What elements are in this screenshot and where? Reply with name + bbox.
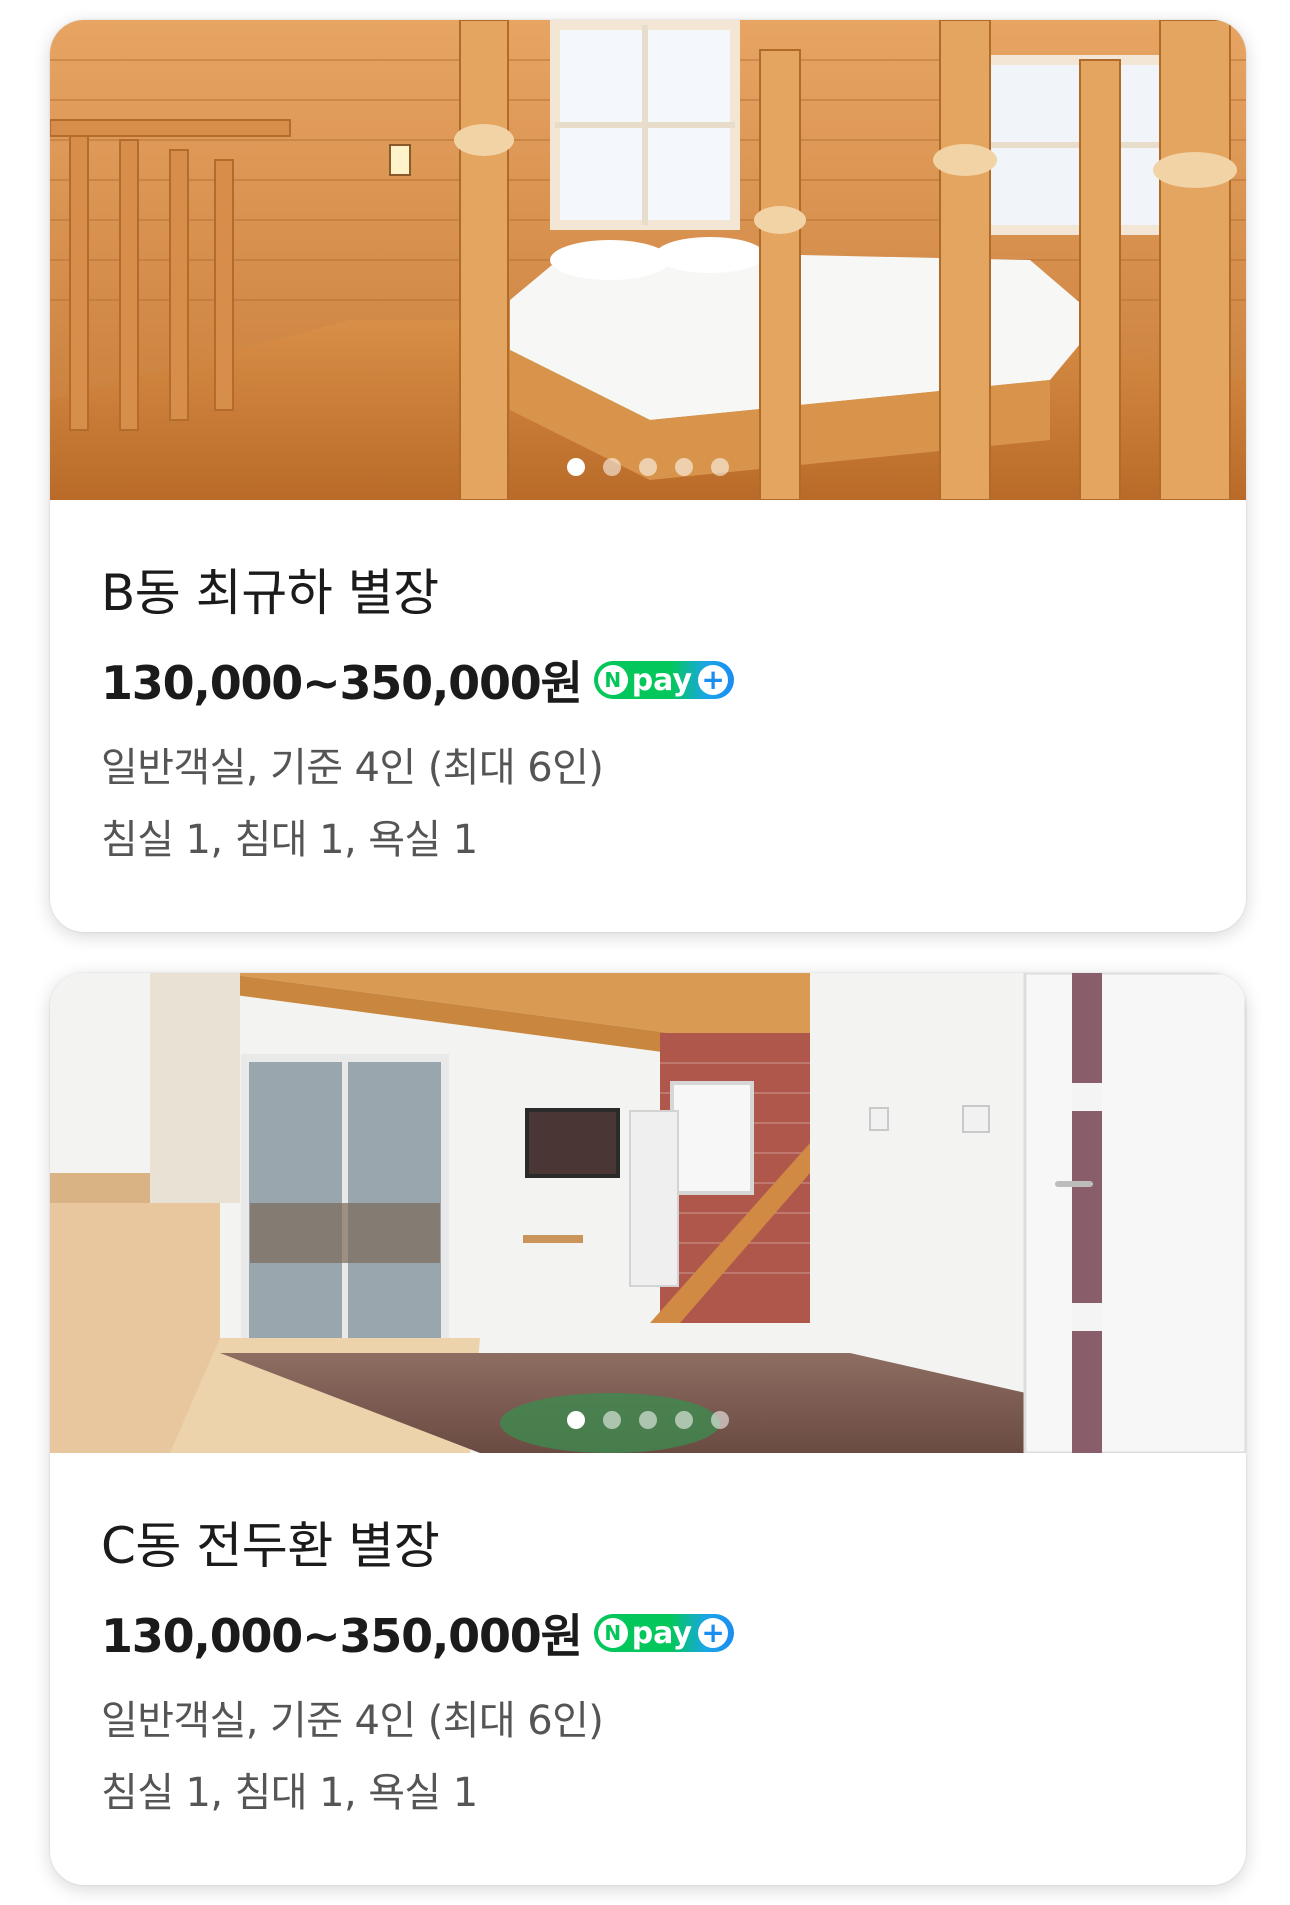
room-photo-carousel[interactable] bbox=[50, 973, 1246, 1453]
room-info: C동 전두환 별장 130,000~350,000원 N pay + 일반객실,… bbox=[50, 1453, 1246, 1829]
room-facilities: 침실 1, 침대 1, 욕실 1 bbox=[101, 1770, 478, 1816]
price-row: 130,000~350,000원 N pay + bbox=[101, 1601, 1246, 1665]
carousel-dot[interactable] bbox=[711, 1411, 729, 1429]
npay-label: pay bbox=[631, 662, 693, 698]
price-row: 130,000~350,000원 N pay + bbox=[101, 648, 1246, 712]
carousel-dot[interactable] bbox=[603, 458, 621, 476]
carousel-dot[interactable] bbox=[603, 1411, 621, 1429]
carousel-dot[interactable] bbox=[567, 1411, 585, 1429]
room-card[interactable]: B동 최규하 별장 130,000~350,000원 N pay + 일반객실,… bbox=[50, 20, 1246, 932]
room-type: 일반객실, 기준 4인 (최대 6인) bbox=[101, 1698, 604, 1744]
carousel-dot[interactable] bbox=[639, 458, 657, 476]
room-price: 130,000~350,000원 bbox=[101, 1609, 583, 1663]
room-facilities: 침실 1, 침대 1, 욕실 1 bbox=[101, 817, 478, 863]
room-price: 130,000~350,000원 bbox=[101, 656, 583, 710]
room-photo bbox=[50, 973, 1246, 1453]
carousel-dot[interactable] bbox=[567, 458, 585, 476]
npay-plus-icon: + bbox=[698, 665, 729, 695]
carousel-indicator[interactable] bbox=[50, 458, 1246, 476]
room-info: B동 최규하 별장 130,000~350,000원 N pay + 일반객실,… bbox=[50, 500, 1246, 876]
carousel-dot[interactable] bbox=[675, 1411, 693, 1429]
room-name: C동 전두환 별장 bbox=[101, 1517, 440, 1575]
carousel-dot[interactable] bbox=[711, 458, 729, 476]
npay-label: pay bbox=[631, 1615, 693, 1651]
room-name: B동 최규하 별장 bbox=[101, 564, 439, 622]
npay-n-icon: N bbox=[597, 665, 628, 695]
carousel-dot[interactable] bbox=[639, 1411, 657, 1429]
npay-plus-badge: N pay + bbox=[593, 1614, 735, 1652]
room-list: B동 최규하 별장 130,000~350,000원 N pay + 일반객실,… bbox=[0, 0, 1290, 1905]
room-photo bbox=[50, 20, 1246, 500]
room-photo-carousel[interactable] bbox=[50, 20, 1246, 500]
room-type: 일반객실, 기준 4인 (최대 6인) bbox=[101, 745, 604, 791]
carousel-indicator[interactable] bbox=[50, 1411, 1246, 1429]
npay-n-icon: N bbox=[597, 1618, 628, 1648]
room-card[interactable]: C동 전두환 별장 130,000~350,000원 N pay + 일반객실,… bbox=[50, 973, 1246, 1885]
npay-plus-icon: + bbox=[698, 1618, 729, 1648]
npay-plus-badge: N pay + bbox=[593, 661, 735, 699]
carousel-dot[interactable] bbox=[675, 458, 693, 476]
